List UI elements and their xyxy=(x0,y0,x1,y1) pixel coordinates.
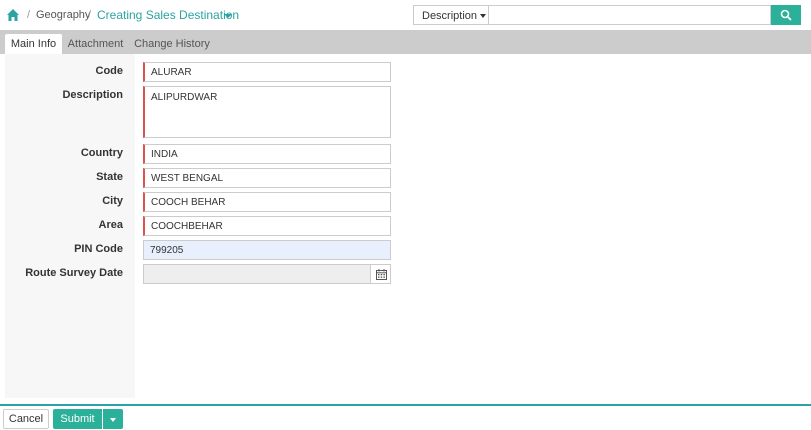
area-field[interactable]: COOCHBEHAR xyxy=(143,216,391,236)
submit-button[interactable]: Submit xyxy=(53,409,102,429)
search-icon xyxy=(780,9,792,21)
description-value: ALIPURDWAR xyxy=(151,92,218,103)
city-value: COOCH BEHAR xyxy=(151,196,226,208)
tab-attachment[interactable]: Attachment xyxy=(64,34,127,54)
pin-code-field[interactable]: 799205 xyxy=(143,240,391,260)
country-label: Country xyxy=(80,147,123,159)
top-bar: / Geography / Creating Sales Destination… xyxy=(0,0,811,30)
main-info-panel xyxy=(5,54,806,398)
breadcrumb-separator: / xyxy=(27,9,31,21)
cancel-button[interactable]: Cancel xyxy=(3,409,49,429)
search-field-dropdown[interactable]: Description xyxy=(413,5,488,25)
city-label: City xyxy=(102,195,123,207)
tab-main-info[interactable]: Main Info xyxy=(5,34,62,54)
description-label: Description xyxy=(62,89,123,101)
area-label: Area xyxy=(98,219,123,231)
tab-change-history[interactable]: Change History xyxy=(133,34,211,54)
search-field-dropdown-label: Description xyxy=(422,10,478,22)
code-label: Code xyxy=(95,65,124,77)
breadcrumb-current[interactable]: Creating Sales Destination xyxy=(97,8,239,22)
calendar-icon xyxy=(376,269,387,280)
pin-code-value: 799205 xyxy=(150,244,184,256)
country-value: INDIA xyxy=(151,148,178,160)
state-value: WEST BENGAL xyxy=(151,172,224,184)
calendar-button[interactable] xyxy=(370,264,391,284)
submit-options-button[interactable] xyxy=(103,409,123,429)
route-survey-date-label: Route Survey Date xyxy=(25,267,123,279)
caret-down-icon xyxy=(110,418,116,422)
area-value: COOCHBEHAR xyxy=(151,220,223,232)
search-input[interactable] xyxy=(488,5,771,25)
breadcrumb-separator: / xyxy=(88,9,92,21)
home-icon[interactable] xyxy=(6,8,20,22)
state-field[interactable]: WEST BENGAL xyxy=(143,168,391,188)
caret-down-icon xyxy=(480,14,487,19)
code-value: ALURAR xyxy=(151,66,192,78)
country-field[interactable]: INDIA xyxy=(143,144,391,164)
description-field[interactable]: ALIPURDWAR xyxy=(143,86,391,138)
code-field[interactable]: ALURAR xyxy=(143,62,391,82)
city-field[interactable]: COOCH BEHAR xyxy=(143,192,391,212)
search-button[interactable] xyxy=(771,5,801,25)
footer-divider xyxy=(0,404,811,406)
route-survey-date-field[interactable] xyxy=(143,264,371,284)
state-label: State xyxy=(96,171,123,183)
pin-code-label: PIN Code xyxy=(74,243,123,255)
chevron-down-icon[interactable] xyxy=(224,14,232,18)
breadcrumb-item-geography[interactable]: Geography xyxy=(36,9,90,21)
